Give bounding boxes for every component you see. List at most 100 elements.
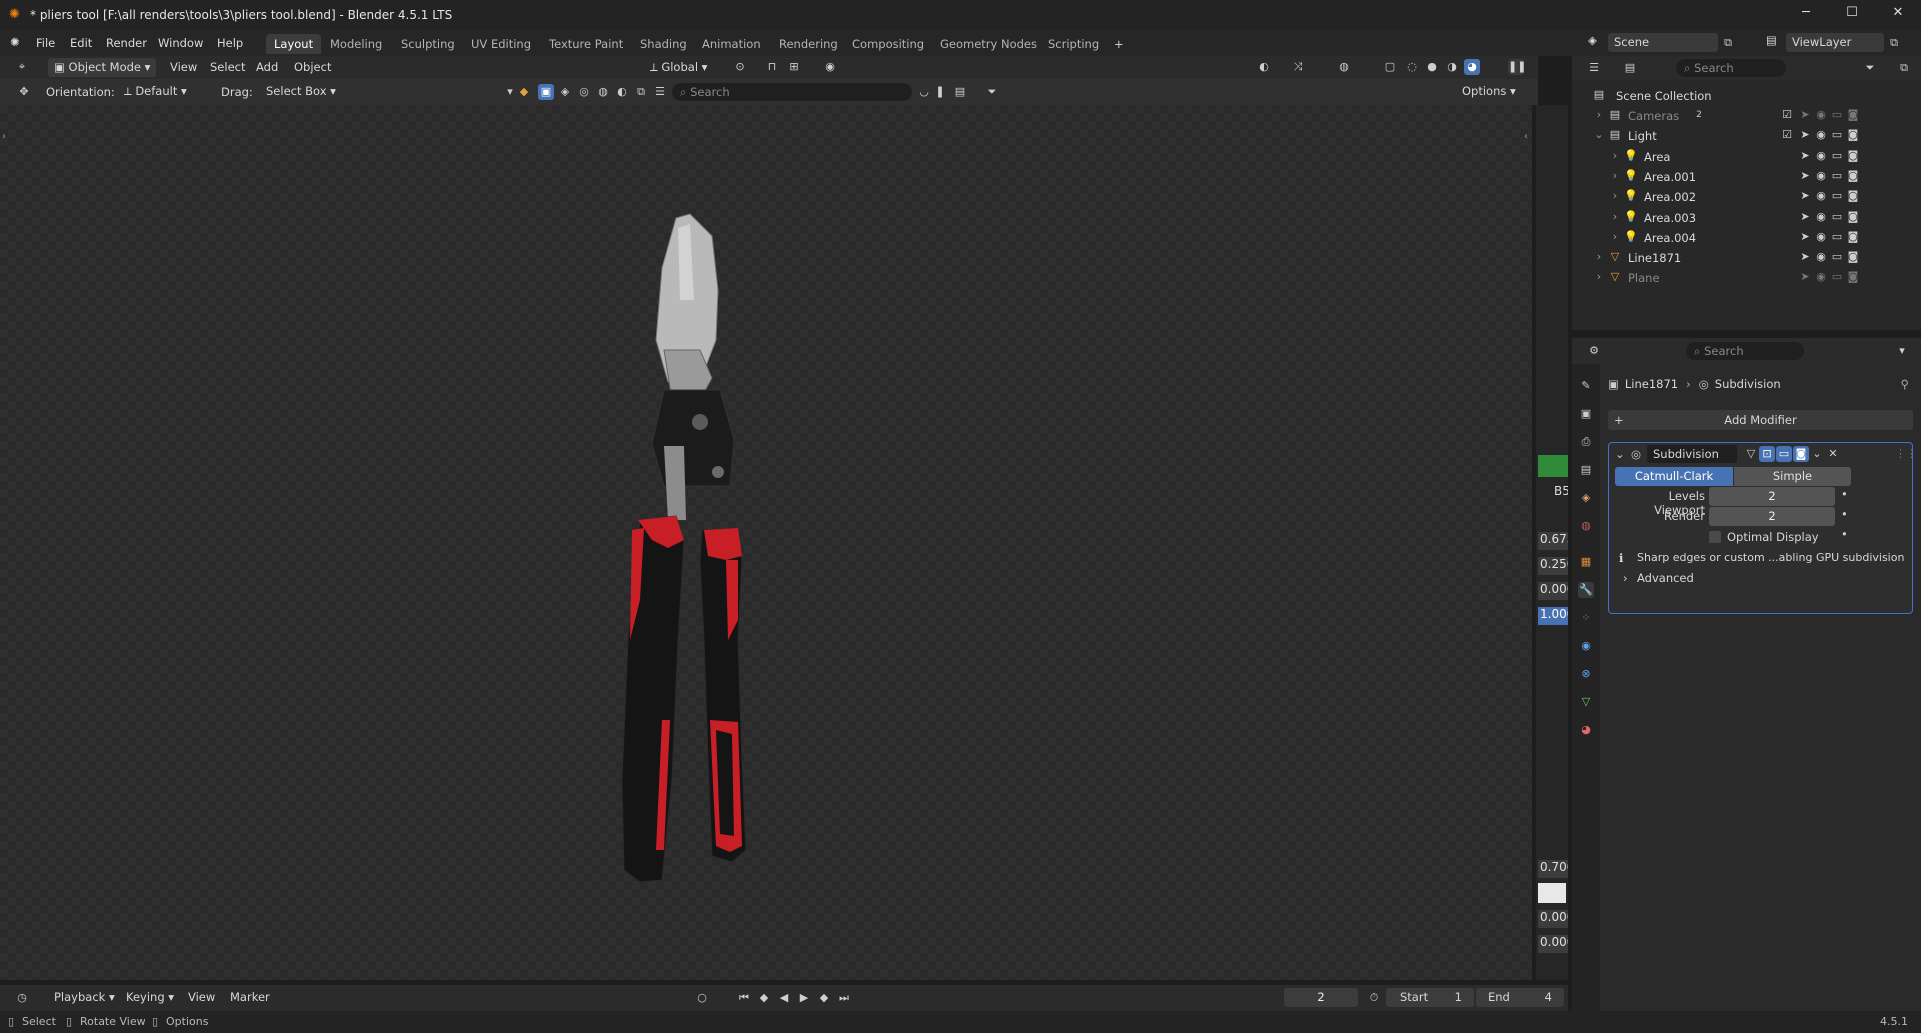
keyframe-dot-icon[interactable]: •: [1841, 487, 1848, 501]
data-tab-icon[interactable]: ▽: [1578, 694, 1594, 710]
render-tab-icon[interactable]: ▣: [1578, 406, 1594, 422]
selectable-icon[interactable]: ➤: [1798, 169, 1812, 183]
keyframe-dot-icon[interactable]: •: [1841, 527, 1848, 541]
remove-modifier-icon[interactable]: ✕: [1825, 446, 1841, 462]
tab-uv-editing[interactable]: UV Editing: [463, 34, 539, 54]
drag-dropdown[interactable]: Select Box ▾: [260, 82, 342, 101]
select-invert-icon[interactable]: ◍: [595, 84, 611, 100]
particles-tab-icon[interactable]: ⁘: [1578, 610, 1594, 626]
modifier-tab-icon[interactable]: 🔧: [1578, 582, 1594, 598]
proportional-edit-icon[interactable]: ◉: [822, 59, 838, 75]
tab-modeling[interactable]: Modeling: [322, 34, 390, 54]
visibility-eye-icon[interactable]: ◉: [1814, 149, 1828, 163]
play-icon[interactable]: ▶: [796, 990, 812, 1006]
tool-tab-icon[interactable]: ✎: [1578, 378, 1594, 394]
menu-edit[interactable]: Edit: [70, 36, 92, 50]
pause-render-icon[interactable]: ❚❚: [1508, 59, 1526, 75]
select-subtract-icon[interactable]: ◎: [576, 84, 592, 100]
menu-keying[interactable]: Keying ▾: [120, 988, 180, 1007]
overlays-icon[interactable]: ◍: [1336, 59, 1352, 75]
value-field-7[interactable]: 0.000: [1538, 935, 1568, 953]
jump-next-key-icon[interactable]: ◆: [816, 990, 832, 1006]
visibility-eye-icon[interactable]: ◉: [1814, 108, 1828, 122]
render-camera-icon[interactable]: ◙: [1846, 210, 1860, 224]
minimize-button[interactable]: ─: [1796, 5, 1816, 25]
viewport-toggle-icon[interactable]: ▭: [1776, 446, 1792, 462]
xray-icon[interactable]: ▢: [1382, 59, 1398, 75]
menu-file[interactable]: File: [36, 36, 55, 50]
advanced-chevron-icon[interactable]: ›: [1623, 571, 1628, 585]
material-tab-icon[interactable]: ◕: [1578, 722, 1594, 738]
render-camera-icon[interactable]: ◙: [1846, 169, 1860, 183]
gizmo-icon[interactable]: ⤨: [1290, 59, 1306, 75]
close-button[interactable]: ✕: [1888, 5, 1908, 25]
selectable-icon[interactable]: ➤: [1798, 189, 1812, 203]
display-mode-icon[interactable]: ▤: [1622, 60, 1638, 76]
expand-chevron-icon[interactable]: ⌄: [1592, 128, 1606, 142]
selectable-icon[interactable]: ➤: [1798, 149, 1812, 163]
select-extend-icon[interactable]: ◈: [557, 84, 573, 100]
scene-selector[interactable]: Scene: [1608, 33, 1718, 52]
tab-shading[interactable]: Shading: [632, 34, 695, 54]
display-mode-icon[interactable]: ▤: [952, 84, 968, 100]
visibility-eye-icon[interactable]: ◉: [1814, 210, 1828, 224]
render-camera-icon[interactable]: ◙: [1846, 108, 1860, 122]
end-frame-field[interactable]: End 4: [1476, 988, 1564, 1007]
tab-sculpting[interactable]: Sculpting: [393, 34, 463, 54]
visibility-eye-icon[interactable]: ◉: [1814, 250, 1828, 264]
edit-mode-toggle-icon[interactable]: ▽: [1743, 446, 1759, 462]
collapse-chevron-icon[interactable]: ⌄: [1615, 447, 1625, 461]
constraints-tab-icon[interactable]: ⊗: [1578, 666, 1594, 682]
value-field-1[interactable]: 0.673: [1538, 532, 1568, 550]
menu-render[interactable]: Render: [106, 36, 147, 50]
render-camera-icon[interactable]: ◙: [1846, 149, 1860, 163]
outliner-row[interactable]: › ▤ Cameras 2 ☑ ➤ ◉ ▭ ◙: [1572, 106, 1921, 126]
catmull-clark-button[interactable]: Catmull-Clark: [1615, 467, 1733, 486]
visibility-eye-icon[interactable]: ◉: [1814, 128, 1828, 142]
editor-type-icon[interactable]: ⌖: [14, 59, 30, 75]
tab-layout[interactable]: Layout: [266, 34, 322, 54]
rendered-shading-icon[interactable]: ◕: [1464, 59, 1480, 75]
menu-window[interactable]: Window: [158, 36, 203, 50]
world-tab-icon[interactable]: ◍: [1578, 518, 1594, 534]
physics-tab-icon[interactable]: ◉: [1578, 638, 1594, 654]
auto-keying-icon[interactable]: ○: [694, 990, 710, 1006]
viewport-monitor-icon[interactable]: ▭: [1830, 270, 1844, 284]
timeline-editor-type-icon[interactable]: ◷: [14, 990, 30, 1006]
outliner-row[interactable]: › ▽ Plane ➤ ◉ ▭ ◙: [1572, 268, 1921, 288]
snap-icon[interactable]: ⊓: [764, 59, 780, 75]
outliner-row[interactable]: ⌄ ▤ Light ☑ ➤ ◉ ▭ ◙: [1572, 126, 1921, 146]
outliner-row[interactable]: › 💡 Area.002 ➤ ◉ ▭ ◙: [1572, 187, 1921, 207]
new-scene-icon[interactable]: ⧉: [1720, 35, 1736, 51]
add-modifier-button[interactable]: + Add Modifier: [1608, 410, 1913, 430]
scene-tab-icon[interactable]: ◈: [1578, 490, 1594, 506]
levels-viewport-field[interactable]: 2: [1709, 487, 1835, 506]
outliner-row[interactable]: › 💡 Area.003 ➤ ◉ ▭ ◙: [1572, 208, 1921, 228]
select-intersect-icon[interactable]: ◐: [614, 84, 630, 100]
render-camera-icon[interactable]: ◙: [1846, 270, 1860, 284]
value-field-6[interactable]: 0.000: [1538, 910, 1568, 928]
outliner-row[interactable]: › 💡 Area ➤ ◉ ▭ ◙: [1572, 147, 1921, 167]
value-field-5[interactable]: 0.700: [1538, 860, 1568, 878]
drag-handle-icon[interactable]: ⋮⋮: [1895, 446, 1917, 462]
render-camera-icon[interactable]: ◙: [1846, 189, 1860, 203]
render-camera-icon[interactable]: ◙: [1846, 230, 1860, 244]
viewport-monitor-icon[interactable]: ▭: [1830, 128, 1844, 142]
search-input[interactable]: ⌕ Search: [672, 83, 912, 101]
expand-chevron-icon[interactable]: ›: [1592, 108, 1606, 122]
expand-chevron-icon[interactable]: ›: [1608, 230, 1622, 244]
expand-chevron-icon[interactable]: ›: [1608, 210, 1622, 224]
tab-animation[interactable]: Animation: [694, 34, 769, 54]
menu-view[interactable]: View: [182, 988, 221, 1007]
output-tab-icon[interactable]: ⎙: [1578, 434, 1594, 450]
menu-marker[interactable]: Marker: [224, 988, 276, 1007]
maximize-button[interactable]: ☐: [1842, 5, 1862, 25]
value-field-2[interactable]: 0.250: [1538, 557, 1568, 575]
modifier-name-field[interactable]: Subdivision: [1647, 445, 1737, 463]
viewport-monitor-icon[interactable]: ▭: [1830, 169, 1844, 183]
current-frame-field[interactable]: 2: [1284, 988, 1358, 1007]
layer-icon[interactable]: ⧉: [633, 84, 649, 100]
expand-chevron-icon[interactable]: ›: [1608, 149, 1622, 163]
wireframe-shading-icon[interactable]: ◌: [1404, 59, 1420, 75]
tab-rendering[interactable]: Rendering: [771, 34, 846, 54]
